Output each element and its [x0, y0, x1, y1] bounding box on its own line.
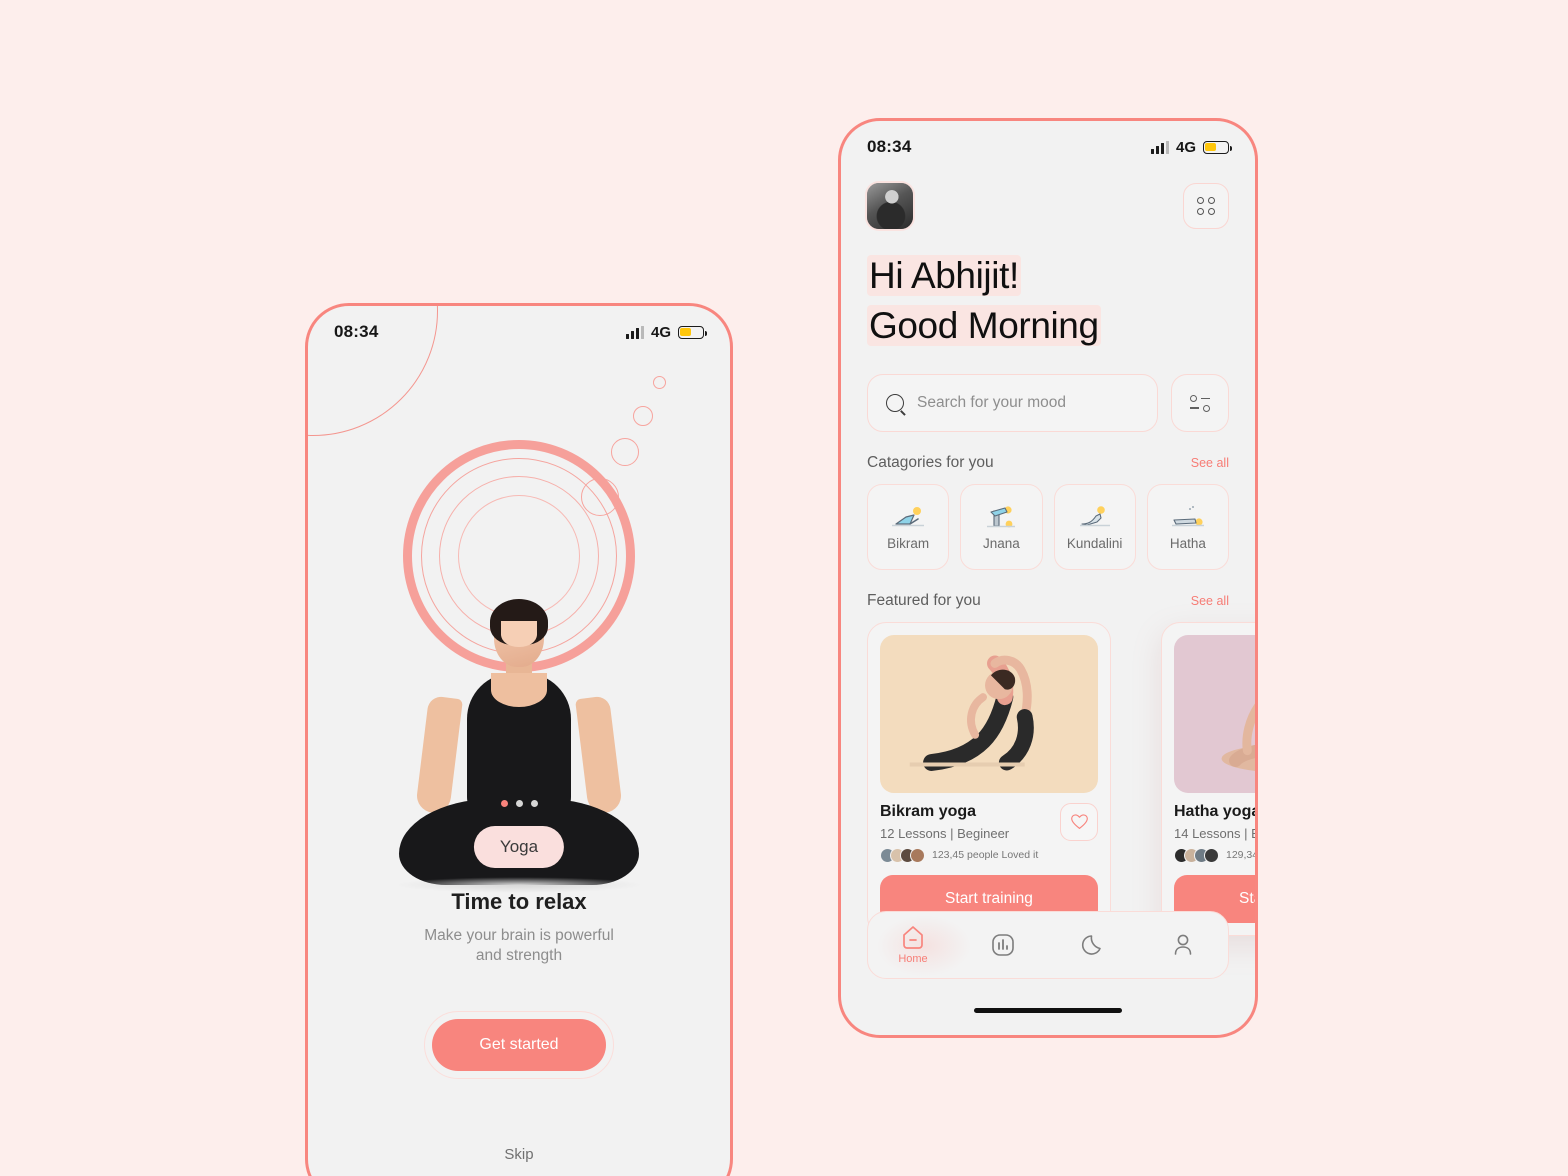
status-time: 08:34	[867, 137, 912, 156]
featured-card-loved-count: 129,34 people Loved it	[1226, 849, 1258, 862]
category-card-bikram[interactable]: Bikram	[867, 483, 950, 570]
search-row	[867, 373, 1229, 432]
carousel-dot[interactable]	[530, 800, 538, 807]
category-label: Jnana	[982, 536, 1020, 552]
battery-icon	[678, 325, 708, 339]
grid-menu-button[interactable]	[1183, 183, 1229, 229]
signal-bars-icon	[1150, 140, 1169, 154]
categories-section-header: Catagories for you See all	[867, 454, 1229, 472]
signal-bars-icon	[625, 325, 644, 339]
featured-card-social-proof: 129,34 people Loved it	[1174, 847, 1258, 863]
tab-stats[interactable]	[958, 932, 1048, 958]
status-indicators: 4G	[1150, 138, 1233, 156]
get-started-button[interactable]: Get started	[432, 1019, 606, 1071]
home-content: Hi Abhijit! Good Morning Catagories for …	[841, 173, 1255, 1035]
yoga-pose-kundalini-icon	[1079, 506, 1110, 527]
featured-list: Bikram yoga 12 Lessons | Begineer 123,45…	[867, 621, 1255, 936]
featured-see-all[interactable]: See all	[1191, 594, 1229, 608]
status-time: 08:34	[334, 322, 379, 341]
categories-see-all[interactable]: See all	[1191, 456, 1229, 470]
featured-card-loved-count: 123,45 people Loved it	[932, 849, 1039, 862]
featured-section-header: Featured for you See all	[867, 592, 1229, 610]
get-started-button-ring: Get started	[424, 1011, 614, 1079]
category-label: Bikram	[887, 536, 930, 552]
onboarding-phone: 08:34 4G Yoga Time to relax Make your br…	[305, 303, 733, 1176]
onboarding-subtext: Make your brain is powerful and strength	[308, 926, 730, 966]
featured-card-hatha[interactable]: Hatha yoga 14 Lessons | Begineer 129,34 …	[1161, 621, 1258, 936]
category-card-jnana[interactable]: Jnana	[960, 483, 1043, 570]
status-bar: 08:34 4G	[308, 306, 730, 358]
greeting-line-2: Good Morning	[867, 305, 1101, 347]
grid-menu-icon	[1197, 197, 1215, 215]
featured-card-image	[880, 634, 1098, 793]
yoga-pose-bikram-icon	[892, 507, 925, 527]
category-label: Kundalini	[1066, 536, 1123, 552]
network-type-label: 4G	[1175, 138, 1196, 156]
filter-icon	[1188, 393, 1212, 413]
onboarding-subtext-line2: and strength	[475, 947, 563, 965]
category-label: Hatha	[1169, 536, 1206, 552]
avatar-stack	[880, 847, 925, 863]
category-card-kundalini[interactable]: Kundalini	[1053, 483, 1136, 570]
greeting: Hi Abhijit! Good Morning	[867, 251, 1229, 352]
onboarding-subtext-line1: Make your brain is powerful	[424, 927, 614, 944]
categories-list: Bikram Jnana Kundalini Hatha	[867, 483, 1229, 570]
category-card-hatha[interactable]: Hatha	[1146, 483, 1229, 570]
home-phone: 08:34 4G Hi Abhijit! Good Morning Search…	[838, 118, 1258, 1038]
status-indicators: 4G	[625, 323, 708, 341]
network-type-label: 4G	[650, 323, 671, 341]
home-icon	[903, 926, 923, 949]
skip-link[interactable]: Skip	[308, 1146, 730, 1163]
favorite-button[interactable]	[1060, 802, 1098, 841]
search-box[interactable]	[867, 373, 1158, 432]
featured-card-bikram[interactable]: Bikram yoga 12 Lessons | Begineer 123,45…	[867, 621, 1111, 936]
avatar[interactable]	[867, 183, 913, 229]
home-indicator	[974, 1008, 1122, 1013]
profile-icon	[1174, 934, 1192, 955]
battery-icon	[1203, 140, 1233, 154]
tab-home-label: Home	[898, 953, 928, 965]
featured-card-image	[1174, 634, 1255, 793]
avatar-stack	[1174, 847, 1219, 863]
filter-button[interactable]	[1171, 373, 1229, 432]
carousel-dots[interactable]	[308, 800, 730, 807]
carousel-dot[interactable]	[515, 800, 523, 807]
tab-sleep[interactable]	[1048, 932, 1138, 958]
featured-card-title: Hatha yoga	[1174, 802, 1258, 820]
featured-card-meta: 14 Lessons | Begineer	[1174, 825, 1255, 841]
yoga-pose-jnana-icon	[987, 506, 1016, 528]
featured-card-social-proof: 123,45 people Loved it	[880, 847, 1039, 863]
heart-icon	[1070, 813, 1088, 829]
category-pill: Yoga	[473, 826, 565, 868]
moon-icon	[1081, 935, 1101, 955]
bottom-tab-bar: Home	[867, 911, 1229, 979]
featured-card-meta: 12 Lessons | Begineer	[880, 825, 1010, 841]
home-header	[867, 173, 1229, 229]
search-input[interactable]	[917, 393, 1139, 412]
hero-illustration	[308, 416, 730, 893]
featured-card-body: Bikram yoga 12 Lessons | Begineer 123,45…	[880, 802, 1098, 863]
tab-profile[interactable]	[1138, 932, 1228, 958]
tab-home[interactable]: Home	[868, 925, 958, 965]
search-icon	[886, 393, 904, 412]
onboarding-headline: Time to relax	[451, 889, 587, 914]
featured-card-title: Bikram yoga	[880, 802, 977, 820]
yoga-pose-hatha-icon	[1171, 506, 1204, 527]
featured-title: Featured for you	[867, 591, 981, 609]
featured-card-body: Hatha yoga 14 Lessons | Begineer 129,34 …	[1174, 802, 1258, 863]
canvas: 08:34 4G Yoga Time to relax Make your br…	[0, 0, 1568, 1176]
status-bar: 08:34 4G	[841, 121, 1255, 173]
carousel-dot[interactable]	[500, 800, 508, 807]
categories-title: Catagories for you	[867, 453, 994, 471]
stats-icon	[992, 934, 1014, 956]
greeting-line-1: Hi Abhijit!	[867, 255, 1021, 296]
